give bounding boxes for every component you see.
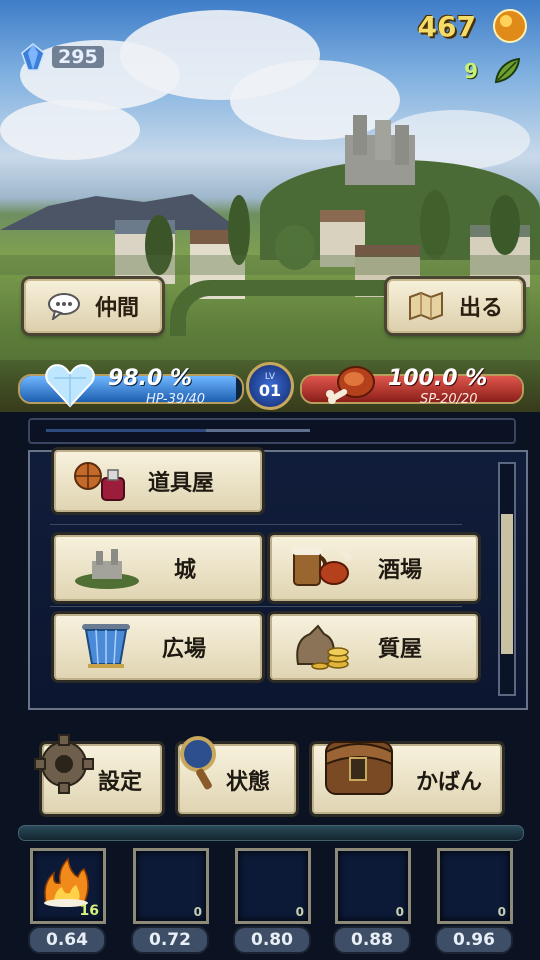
crystal-icon [21,43,45,71]
sp-detail: SP-20/20 [420,392,478,407]
bag-label: かばん [416,770,483,795]
inventory-slot[interactable]: 16 [30,848,106,924]
hp-detail: HP-39/40 [146,392,206,407]
gear-icon [34,734,94,794]
slot-speed: 0.96 [435,926,513,954]
stats-bar: 98.0 % HP-39/40 LV 01 100.0 % SP-20/20 [0,360,540,412]
slot-speed: 0.72 [131,926,209,954]
inventory-slot[interactable]: 0 [437,848,513,924]
meat-icon [326,366,375,404]
item-shop-button[interactable]: 道具屋 [54,450,262,512]
gold-coin-icon [493,9,527,43]
castle-button[interactable]: 城 [54,535,262,601]
bag-icon [325,741,393,795]
plaza-button[interactable]: 広場 [54,614,262,680]
slot-speed: 0.80 [233,926,311,954]
message-bar [28,418,516,444]
pawnshop-icon [296,624,349,670]
sp-percent: 100.0 % [388,366,488,391]
hp-percent: 98.0 % [108,366,192,391]
castle-label: 城 [174,558,197,583]
inventory-slot[interactable]: 0 [133,848,209,924]
magnifier-icon [180,736,216,790]
status-label: 状態 [226,770,271,795]
slot-count: 16 [79,903,99,919]
plaza-label: 広場 [162,637,207,662]
row-divider [50,606,462,607]
slot-count: 0 [295,905,304,919]
item-shop-icon [74,462,125,501]
exit-label: 出る [458,296,503,321]
leaf-count: 9 [464,59,478,83]
item-shop-label: 道具屋 [148,471,215,496]
tavern-label: 酒場 [378,558,423,583]
gold-count: 467 [417,9,476,43]
slot-count: 0 [193,905,202,919]
leaf-icon [494,57,521,84]
plaza-icon [82,624,130,668]
party-button[interactable]: 仲間 [24,279,162,333]
castle-icon [75,549,139,589]
party-label: 仲間 [94,296,139,321]
speech-bubble-icon [47,293,80,320]
crystal-counter: 295 [18,40,104,74]
castle [345,115,415,185]
crystal-count: 295 [52,46,104,68]
pawnshop-button[interactable]: 質屋 [270,614,478,680]
leaf-counter: 9 [464,56,522,86]
inventory-divider [18,825,524,841]
slot-count: 0 [395,905,404,919]
settings-label: 設定 [98,770,143,795]
gold-counter: 467 [418,8,528,44]
row-divider [50,524,462,525]
location-scrollbar-thumb[interactable] [501,514,513,654]
slot-count: 0 [497,905,506,919]
message-progress-dark [46,429,206,432]
location-scrollbar[interactable] [498,462,516,696]
slot-speed: 0.64 [28,926,106,954]
fire-icon [44,857,89,907]
pawnshop-label: 質屋 [378,637,423,662]
exit-button[interactable]: 出る [387,279,523,333]
slot-speed: 0.88 [333,926,411,954]
tavern-icon [292,547,352,586]
level-badge: LV 01 [246,362,294,410]
map-scroll-icon [408,291,443,321]
tavern-button[interactable]: 酒場 [270,535,478,601]
heart-crystal-icon [45,364,95,408]
inventory-slot[interactable]: 0 [335,848,411,924]
level-value: 01 [258,381,282,400]
inventory-slot[interactable]: 0 [235,848,311,924]
